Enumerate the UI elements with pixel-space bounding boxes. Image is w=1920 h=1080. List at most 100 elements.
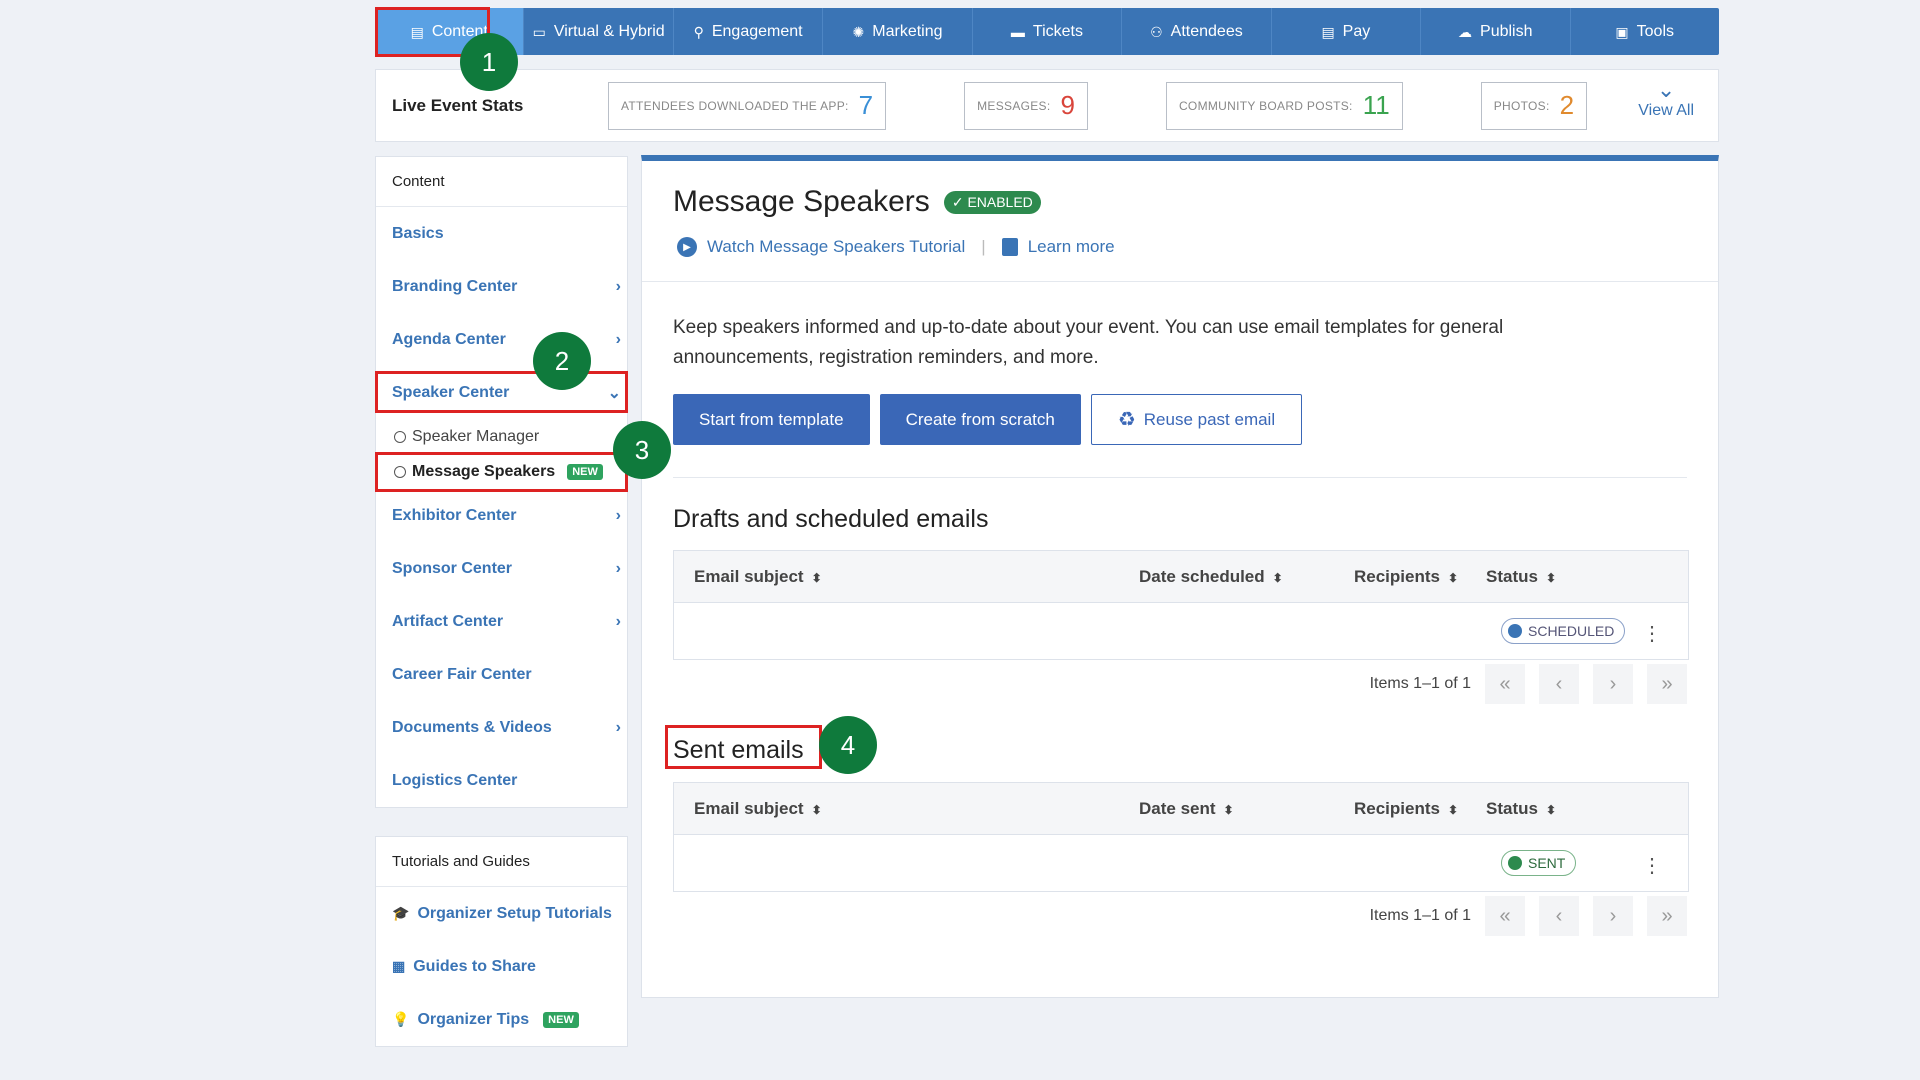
first-page-icon[interactable]: « bbox=[1485, 664, 1525, 704]
step-marker-4: 4 bbox=[819, 716, 877, 774]
live-event-stats-bar: Live Event Stats ATTENDEES DOWNLOADED TH… bbox=[375, 69, 1719, 142]
guide-item-guides-to-share[interactable]: ▦ Guides to Share bbox=[376, 940, 627, 993]
tab-label: Virtual & Hybrid bbox=[553, 22, 665, 40]
column-header[interactable]: Recipients ⬍ bbox=[1354, 567, 1458, 587]
laptop-icon: ▭ bbox=[532, 23, 546, 40]
column-header[interactable]: Email subject ⬍ bbox=[694, 799, 822, 819]
table-row[interactable]: SCHEDULED ⋮ bbox=[674, 603, 1688, 659]
tab-tickets[interactable]: ▬ Tickets bbox=[973, 8, 1123, 55]
tab-attendees[interactable]: ⚇ Attendees bbox=[1122, 8, 1272, 55]
tab-publish[interactable]: ☁ Publish bbox=[1421, 8, 1571, 55]
chevron-right-icon: › bbox=[615, 718, 621, 736]
sort-icon[interactable]: ⬍ bbox=[1546, 803, 1556, 817]
tab-marketing[interactable]: ✺ Marketing bbox=[823, 8, 973, 55]
column-header[interactable]: Date scheduled ⬍ bbox=[1139, 567, 1283, 587]
tab-pay[interactable]: ▤ Pay bbox=[1272, 8, 1422, 55]
step-marker-3: 3 bbox=[613, 421, 671, 479]
sort-icon[interactable]: ⬍ bbox=[812, 803, 822, 817]
highlight-speaker-center bbox=[375, 371, 628, 413]
enabled-badge: ✓ ENABLED bbox=[943, 190, 1041, 214]
view-all-button[interactable]: ⌄ View All bbox=[1638, 78, 1694, 120]
sort-icon[interactable]: ⬍ bbox=[1448, 571, 1458, 585]
sidebar-header: Content bbox=[376, 157, 627, 207]
sort-icon[interactable]: ⬍ bbox=[1273, 571, 1283, 585]
reuse-past-email-button[interactable]: ♻ Reuse past email bbox=[1090, 394, 1303, 445]
guide-item-organizer-setup-tutorials[interactable]: 🎓 Organizer Setup Tutorials bbox=[376, 887, 627, 940]
stat-value: 9 bbox=[1060, 90, 1075, 120]
next-page-icon[interactable]: › bbox=[1593, 664, 1633, 704]
more-options-icon[interactable]: ⋮ bbox=[1642, 853, 1662, 878]
tutorials-header: Tutorials and Guides bbox=[376, 837, 627, 887]
guide-item-organizer-tips[interactable]: 💡 Organizer Tips NEW bbox=[376, 993, 627, 1046]
tab-label: Tickets bbox=[1032, 22, 1083, 40]
table-row[interactable]: SENT ⋮ bbox=[674, 835, 1688, 891]
column-header[interactable]: Recipients ⬍ bbox=[1354, 799, 1458, 819]
presentation-icon: ▦ bbox=[392, 958, 406, 974]
prev-page-icon[interactable]: ‹ bbox=[1539, 896, 1579, 936]
status-badge: SCHEDULED bbox=[1501, 618, 1626, 644]
drafts-title: Drafts and scheduled emails bbox=[673, 505, 989, 533]
card-icon: ▤ bbox=[1321, 23, 1335, 40]
circle-icon bbox=[394, 430, 406, 443]
sidebar-item-label: Logistics Center bbox=[392, 771, 518, 789]
last-page-icon[interactable]: » bbox=[1647, 896, 1687, 936]
tab-label: Attendees bbox=[1170, 22, 1243, 40]
sidebar-item-sponsor-center[interactable]: Sponsor Center › bbox=[376, 542, 627, 595]
ticket-icon: ▬ bbox=[1010, 23, 1025, 40]
sidebar-item-label: Agenda Center bbox=[392, 330, 506, 348]
last-page-icon[interactable]: » bbox=[1647, 664, 1687, 704]
column-header[interactable]: Status ⬍ bbox=[1486, 799, 1556, 819]
stat-value: 11 bbox=[1362, 90, 1390, 120]
column-header[interactable]: Status ⬍ bbox=[1486, 567, 1556, 587]
stat-label: COMMUNITY BOARD POSTS: bbox=[1178, 98, 1353, 113]
sidebar-item-documents-videos[interactable]: Documents & Videos › bbox=[376, 701, 627, 754]
column-header[interactable]: Email subject ⬍ bbox=[694, 567, 822, 587]
tab-engagement[interactable]: ⚲ Engagement bbox=[674, 8, 824, 55]
chevron-right-icon: › bbox=[615, 559, 621, 577]
sort-icon[interactable]: ⬍ bbox=[1224, 803, 1234, 817]
view-all-label: View All bbox=[1638, 102, 1694, 119]
pager-info: Items 1–1 of 1 bbox=[1369, 907, 1471, 924]
learn-more-link[interactable]: Learn more bbox=[1028, 237, 1115, 257]
sidebar-item-branding-center[interactable]: Branding Center › bbox=[376, 260, 627, 313]
stat-value: 7 bbox=[858, 90, 874, 120]
sent-table: Email subject ⬍ Date sent ⬍ Recipients ⬍ Statu… bbox=[673, 782, 1689, 892]
stat-label: ATTENDEES DOWNLOADED THE APP: bbox=[621, 98, 849, 113]
sidebar-item-label: Sponsor Center bbox=[392, 559, 513, 577]
sidebar-item-label: Artifact Center bbox=[392, 612, 504, 630]
step-marker-2: 2 bbox=[533, 332, 591, 390]
tutorials-sidebar: Tutorials and Guides 🎓 Organizer Setup Tu… bbox=[375, 836, 628, 1047]
sidebar-item-label: Documents & Videos bbox=[392, 718, 552, 736]
next-page-icon[interactable]: › bbox=[1593, 896, 1633, 936]
new-badge: NEW bbox=[543, 1011, 579, 1028]
start-from-template-button[interactable]: Start from template bbox=[673, 394, 870, 445]
column-header[interactable]: Date sent ⬍ bbox=[1139, 799, 1234, 819]
more-options-icon[interactable]: ⋮ bbox=[1642, 621, 1662, 646]
drafts-table: Email subject ⬍ Date scheduled ⬍ Recipients ⬍… bbox=[673, 550, 1689, 660]
sidebar-sub-speaker-manager[interactable]: Speaker Manager bbox=[376, 419, 627, 454]
tab-label: Engagement bbox=[711, 22, 803, 40]
first-page-icon[interactable]: « bbox=[1485, 896, 1525, 936]
sidebar-item-career-fair-center[interactable]: Career Fair Center bbox=[376, 648, 627, 701]
highlight-sent-emails bbox=[665, 725, 822, 769]
tutorial-link[interactable]: Watch Message Speakers Tutorial bbox=[707, 237, 965, 257]
sidebar-item-artifact-center[interactable]: Artifact Center › bbox=[376, 595, 627, 648]
sidebar-item-logistics-center[interactable]: Logistics Center bbox=[376, 754, 627, 807]
drafts-pagination: Items 1–1 of 1 « ‹ › » bbox=[1370, 664, 1687, 704]
sort-icon[interactable]: ⬍ bbox=[1546, 571, 1556, 585]
sort-icon[interactable]: ⬍ bbox=[812, 571, 822, 585]
sidebar-item-exhibitor-center[interactable]: Exhibitor Center › bbox=[376, 489, 627, 542]
chevron-right-icon: › bbox=[615, 330, 621, 348]
recycle-icon: ♻ bbox=[1117, 409, 1136, 431]
tab-tools[interactable]: ▣ Tools bbox=[1571, 8, 1719, 55]
guide-item-label: Organizer Tips bbox=[417, 1010, 530, 1028]
marketing-icon: ✺ bbox=[852, 23, 865, 40]
chevron-right-icon: › bbox=[615, 277, 621, 295]
stat-box: COMMUNITY BOARD POSTS: 11 bbox=[1165, 81, 1403, 130]
create-from-scratch-button[interactable]: Create from scratch bbox=[879, 394, 1081, 445]
sidebar-item-basics[interactable]: Basics bbox=[376, 207, 627, 260]
sort-icon[interactable]: ⬍ bbox=[1448, 803, 1458, 817]
main-panel: Message Speakers ✓ ENABLED ▶ Watch Messa… bbox=[641, 155, 1719, 998]
tab-virtual-hybrid[interactable]: ▭ Virtual & Hybrid bbox=[524, 8, 674, 55]
prev-page-icon[interactable]: ‹ bbox=[1539, 664, 1579, 704]
